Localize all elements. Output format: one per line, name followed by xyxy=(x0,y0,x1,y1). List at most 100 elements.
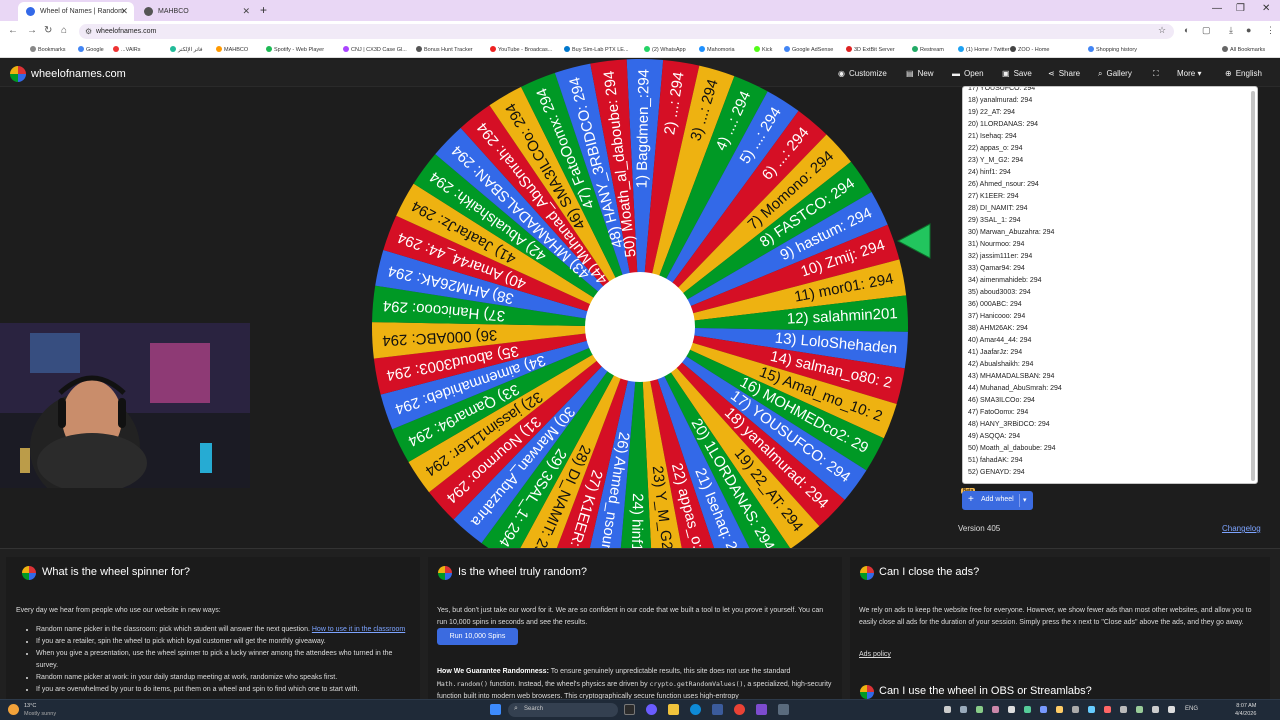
menu-kebab-icon[interactable]: ⋮ xyxy=(1266,25,1275,36)
bookmark-item[interactable]: Bonus Hunt Tracker xyxy=(416,46,473,53)
minimize-icon[interactable]: — xyxy=(1212,3,1222,14)
tray-icon[interactable] xyxy=(960,706,967,713)
classroom-link[interactable]: How to use it in the classroom xyxy=(312,626,405,633)
url-field[interactable]: ⚙ wheelofnames.com xyxy=(79,24,1174,39)
bookmark-item[interactable]: ZOO - Home xyxy=(1010,46,1049,53)
tray-icon[interactable] xyxy=(1120,706,1127,713)
star-icon[interactable]: ☆ xyxy=(1158,25,1166,36)
tray-icon[interactable] xyxy=(1008,706,1015,713)
bookmark-item[interactable]: Spotify - Web Player xyxy=(266,46,324,53)
wheel-pointer-icon xyxy=(896,223,931,259)
tab-wheel-of-names[interactable]: Wheel of Names | Random ✕ xyxy=(18,2,134,21)
card-text: We rely on ads to keep the website free … xyxy=(859,607,1252,626)
site-info-icon[interactable]: ⚙ xyxy=(85,27,92,36)
wheel-center[interactable] xyxy=(585,272,695,382)
tray-icon[interactable] xyxy=(1056,706,1063,713)
bookmark-item[interactable]: Google xyxy=(78,46,104,53)
forward-icon[interactable]: → xyxy=(27,25,37,36)
bookmark-item[interactable]: 3D ExtBit Server xyxy=(846,46,895,53)
entries-textbox[interactable]: 17) YOUSUFCO: 294 18) yanalmurad: 294 19) … xyxy=(962,86,1258,484)
ads-policy-link[interactable]: Ads policy xyxy=(859,649,891,661)
edge-icon[interactable] xyxy=(690,704,701,715)
tray-icon[interactable] xyxy=(1104,706,1111,713)
tray-icon[interactable] xyxy=(1152,706,1159,713)
reload-icon[interactable]: ↻ xyxy=(44,25,52,36)
download-icon[interactable]: ⤓ xyxy=(1229,25,1233,36)
tray-icon[interactable] xyxy=(1024,706,1031,713)
bookmark-item[interactable]: فاتر الإلكتر xyxy=(170,46,202,53)
sidepanel-icon[interactable]: ▢ xyxy=(1202,25,1211,36)
app-icon[interactable] xyxy=(756,704,767,715)
start-icon[interactable] xyxy=(490,704,501,715)
app-icon[interactable] xyxy=(712,704,723,715)
gallery-button[interactable]: ⌕ Gallery xyxy=(1098,69,1132,79)
close-tab-icon[interactable]: ✕ xyxy=(120,6,128,17)
bookmark-item[interactable]: Mahomoria xyxy=(699,46,735,53)
entries-scrollbar[interactable] xyxy=(1251,91,1255,481)
taskbar-search[interactable]: ⌕ Search xyxy=(508,703,618,717)
bookmark-icon xyxy=(958,46,964,52)
bookmark-icon xyxy=(754,46,760,52)
bookmark-item[interactable]: MAHBCO xyxy=(216,46,248,53)
tray-icon[interactable] xyxy=(1136,706,1143,713)
back-icon[interactable]: ← xyxy=(8,25,18,36)
share-icon: ⋖ xyxy=(1048,69,1055,78)
tray-icon[interactable] xyxy=(944,706,951,713)
weather-icon[interactable] xyxy=(8,704,19,715)
profile-icon[interactable]: ● xyxy=(1246,25,1251,35)
changelog-link[interactable]: Changelog xyxy=(1222,524,1261,533)
open-button[interactable]: ▬ Open xyxy=(952,69,984,78)
entry-line: 23) Y_M_G2: 294 xyxy=(968,157,1024,164)
bookmark-item[interactable]: Google AdSense xyxy=(784,46,833,53)
home-icon[interactable]: ⌂ xyxy=(61,25,67,36)
entry-line: 17) YOUSUFCO: 294 xyxy=(968,86,1036,92)
bookmark-item[interactable]: (1) Home / Twitter xyxy=(958,46,1010,53)
bookmark-item[interactable]: Shopping history xyxy=(1088,46,1137,53)
weather-widget[interactable]: 13°C Mostly sunny xyxy=(24,702,56,718)
tray-icon[interactable] xyxy=(1088,706,1095,713)
wheel-spinner[interactable]: 1) Bagdmen_:294 2) ...: 294 3) ...: 2944) … xyxy=(370,57,910,597)
new-tab-icon[interactable]: + xyxy=(260,3,267,17)
bookmark-item[interactable]: Buy Sim-Lab PTX LE... xyxy=(564,46,629,53)
bookmark-item[interactable]: Restream xyxy=(912,46,944,53)
tray-icon[interactable] xyxy=(1168,706,1175,713)
tray-icon[interactable] xyxy=(1040,706,1047,713)
add-wheel-button[interactable]: + Add wheel ▾ xyxy=(962,491,1033,510)
save-button[interactable]: ▣ Save xyxy=(1002,69,1032,78)
site-name[interactable]: wheelofnames.com xyxy=(31,68,126,80)
tray-icon[interactable] xyxy=(992,706,999,713)
bookmark-item[interactable]: Bookmarks xyxy=(30,46,66,53)
chrome-icon[interactable] xyxy=(734,704,745,715)
more-button[interactable]: More ▾ xyxy=(1177,69,1201,78)
wheel-logo-icon[interactable] xyxy=(10,66,26,82)
taskbar-clock[interactable]: 8:07 AM 4/4/2026 xyxy=(1235,702,1256,718)
bookmark-item[interactable]: Kick xyxy=(754,46,772,53)
task-view-icon[interactable] xyxy=(624,704,635,715)
bookmark-item[interactable]: CNJ | CX3D Case Gl... xyxy=(343,46,407,53)
run-spins-button[interactable]: Run 10,000 Spins xyxy=(437,628,518,645)
use-case-list: Random name picker in the classroom: pic… xyxy=(36,624,416,696)
share-button[interactable]: ⋖ Share xyxy=(1048,69,1080,78)
close-tab-icon[interactable]: ✕ xyxy=(242,6,250,17)
fullscreen-icon: ⛶ xyxy=(1153,69,1159,78)
bookmark-item[interactable]: YouTube - Broadcas... xyxy=(490,46,552,53)
tray-icon[interactable] xyxy=(976,706,983,713)
chevron-down-icon[interactable]: ▾ xyxy=(1023,496,1027,504)
copilot-icon[interactable] xyxy=(646,704,657,715)
fullscreen-button[interactable]: ⛶ xyxy=(1153,69,1163,79)
language-button[interactable]: ⊕ English xyxy=(1225,69,1262,78)
app-icon[interactable] xyxy=(778,704,789,715)
bookmark-item[interactable]: ...VAlRs xyxy=(113,46,140,53)
close-window-icon[interactable]: ✕ xyxy=(1262,3,1270,14)
maximize-icon[interactable]: ❐ xyxy=(1236,3,1245,14)
extension-icon[interactable]: ◐ xyxy=(1184,25,1189,35)
new-button[interactable]: ▤ New xyxy=(906,69,934,78)
tray-icon[interactable] xyxy=(1072,706,1079,713)
bookmark-item[interactable]: All Bookmarks xyxy=(1222,46,1265,53)
file-explorer-icon[interactable] xyxy=(668,704,679,715)
bookmark-item[interactable]: (2) WhatsApp xyxy=(644,46,686,53)
chevron-down-icon: ▾ xyxy=(1197,69,1202,78)
tab-mahbco[interactable]: MAHBCO ✕ xyxy=(136,2,256,21)
button-divider xyxy=(1019,494,1020,507)
language-indicator[interactable]: ENG xyxy=(1185,706,1198,712)
